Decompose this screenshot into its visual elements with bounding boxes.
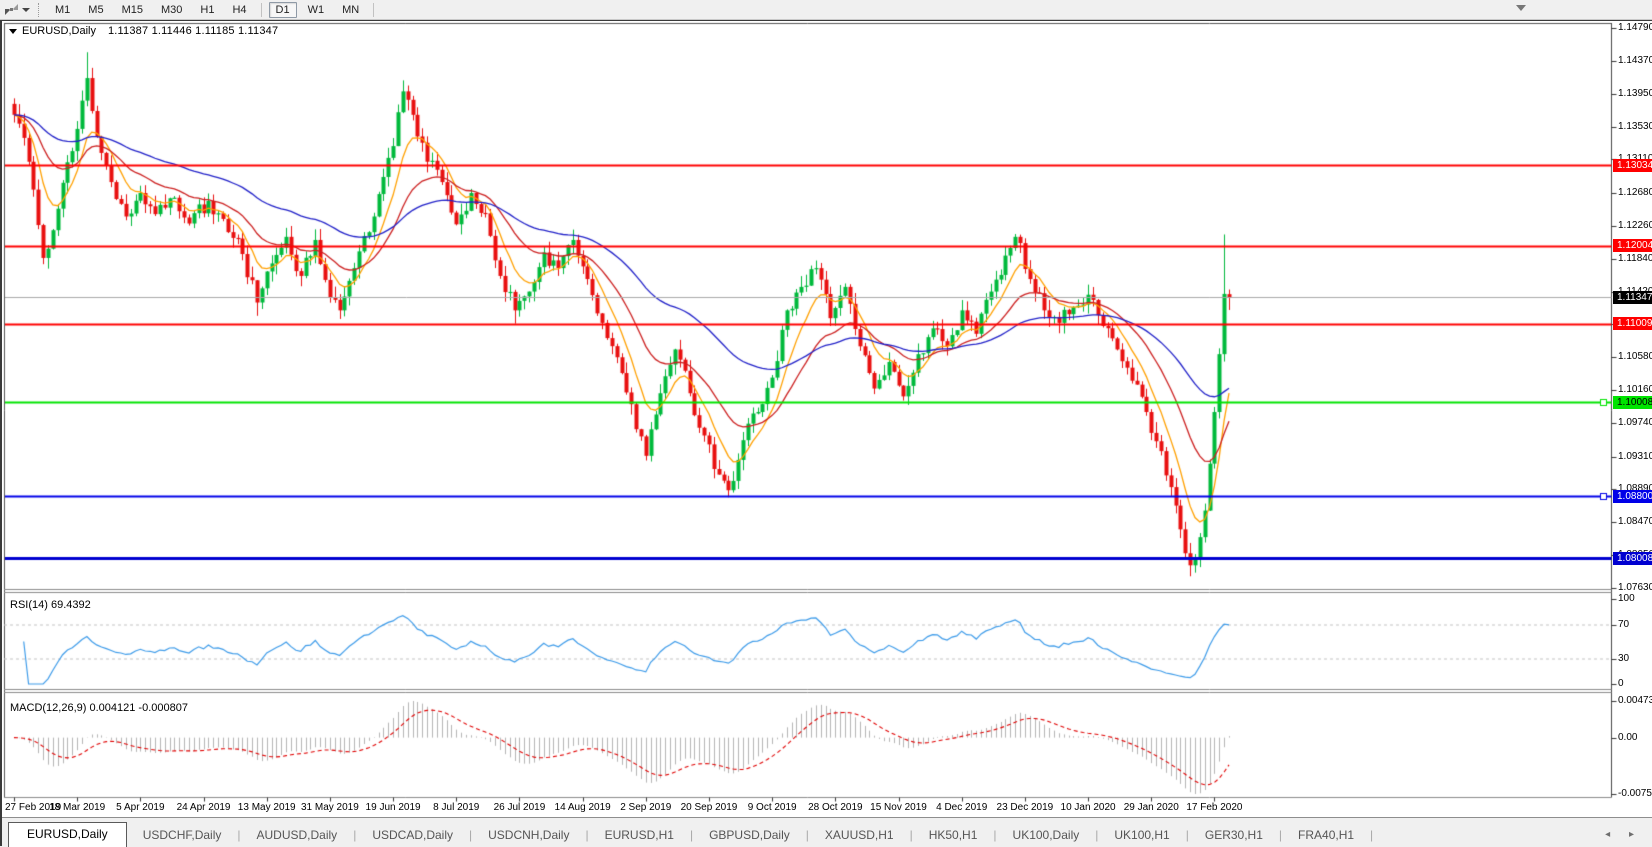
rsi-axis-tick: 100 [1618, 593, 1635, 604]
price-level-tag: 1.12004 [1613, 239, 1652, 253]
tab-xauusd-h1[interactable]: XAUUSD,H1 [809, 824, 910, 847]
date-label: 15 Nov 2019 [870, 802, 927, 813]
price-axis-tick: 1.14790 [1618, 22, 1652, 33]
date-label: 20 Sep 2019 [680, 802, 738, 813]
price-level-tag: 1.08800 [1613, 489, 1652, 503]
price-axis-tick: 1.10580 [1618, 351, 1652, 363]
price-axis-tick: 1.09740 [1618, 416, 1652, 428]
timeframe-mn[interactable]: MN [335, 2, 366, 18]
tab-scroll-arrows[interactable]: ◂ ▸ [1605, 829, 1642, 847]
date-label: 2 Sep 2019 [620, 802, 672, 813]
toolbar-separator [373, 2, 375, 17]
tab-fra40-h1[interactable]: FRA40,H1 [1282, 824, 1370, 847]
price-axis-tick: 1.13530 [1618, 120, 1652, 132]
current-price-tag: 1.11347 [1613, 290, 1652, 304]
tab-hk50-h1[interactable]: HK50,H1 [913, 824, 994, 847]
date-label: 4 Dec 2019 [936, 802, 988, 813]
price-axis-tick: 1.10160 [1618, 384, 1652, 396]
timeframe-m1[interactable]: M1 [48, 2, 77, 18]
price-axis-tick: 1.09310 [1618, 450, 1652, 462]
price-level-tag: 1.08008 [1613, 551, 1652, 565]
price-level-tag: 1.13034 [1613, 158, 1652, 172]
timeframe-d1[interactable]: D1 [268, 1, 297, 18]
date-label: 14 Aug 2019 [554, 802, 611, 813]
chart-tabs: EURUSD,Daily USDCHF,Daily | AUDUSD,Daily | US… [2, 822, 1373, 847]
date-label: 19 Jun 2019 [365, 802, 421, 813]
tab-usdcnh-daily[interactable]: USDCNH,Daily [472, 824, 585, 847]
date-label: 26 Jul 2019 [493, 802, 546, 813]
price-level-tag: 1.11009 [1613, 317, 1652, 331]
tab-gbpusd-daily[interactable]: GBPUSD,Daily [693, 824, 806, 847]
mt4-terminal: { "toolbar": { "timeframes": ["M1","M5",… [0, 0, 1652, 847]
chart-window: EURUSD,Daily 1.11387 1.11446 1.11185 1.1… [0, 20, 1652, 847]
chevron-down-icon [22, 7, 30, 12]
date-label: 29 Jan 2020 [1123, 802, 1179, 813]
chart-tools-button[interactable] [4, 3, 30, 16]
tab-audusd-daily[interactable]: AUDUSD,Daily [241, 824, 354, 847]
date-label: 23 Dec 2019 [996, 802, 1054, 813]
macd-indicator-label: MACD(12,26,9) 0.004121 -0.000807 [10, 702, 188, 714]
rsi-axis-tick: 70 [1618, 618, 1630, 630]
timeframe-w1[interactable]: W1 [301, 2, 332, 18]
timeframe-h4[interactable]: H4 [225, 2, 253, 18]
date-label: 17 Feb 2020 [1186, 802, 1243, 813]
macd-axis-tick: -0.00758 [1618, 788, 1652, 799]
tab-uk100-daily[interactable]: UK100,Daily [997, 824, 1096, 847]
date-label: 28 Oct 2019 [808, 802, 863, 813]
chart-title: EURUSD,Daily 1.11387 1.11446 1.11185 1.1… [9, 25, 278, 37]
price-axis-tick: 1.07630 [1618, 582, 1652, 593]
rsi-axis-tick: 30 [1618, 652, 1630, 664]
price-axis-tick: 1.08470 [1618, 516, 1652, 528]
toolbar-grip[interactable] [38, 2, 39, 17]
date-label: 13 May 2019 [237, 802, 296, 813]
timeframe-m30[interactable]: M30 [154, 2, 189, 18]
date-label: 10 Jan 2020 [1060, 802, 1116, 813]
chart-tab-bar: EURUSD,Daily USDCHF,Daily | AUDUSD,Daily | US… [2, 817, 1652, 847]
chart-arrows-icon [5, 4, 18, 15]
date-label: 31 May 2019 [300, 802, 359, 813]
date-label: 24 Apr 2019 [176, 802, 231, 813]
tab-ger30-h1[interactable]: GER30,H1 [1189, 824, 1279, 847]
timeframe-m5[interactable]: M5 [81, 2, 110, 18]
tab-eurusd-h1[interactable]: EURUSD,H1 [589, 824, 690, 847]
tab-usdcad-daily[interactable]: USDCAD,Daily [356, 824, 469, 847]
price-level-tag: 1.10008 [1613, 395, 1652, 409]
symbol-dropdown-icon[interactable] [9, 28, 17, 34]
timeframe-m15[interactable]: M15 [115, 2, 150, 18]
rsi-indicator-label: RSI(14) 69.4392 [10, 599, 91, 611]
price-axis-tick: 1.14370 [1618, 54, 1652, 66]
price-axis-tick: 1.12680 [1618, 187, 1652, 199]
price-axis-tick: 1.13950 [1618, 87, 1652, 99]
timeframe-buttons: M1 M5 M15 M30 H1 H4 D1 W1 MN [46, 1, 379, 18]
timeframe-toolbar: M1 M5 M15 M30 H1 H4 D1 W1 MN [0, 0, 1652, 20]
macd-axis-tick: 0.004738 [1618, 695, 1652, 706]
price-axis-tick: 1.12260 [1618, 219, 1652, 231]
date-label: 8 Jul 2019 [433, 802, 480, 813]
symbol-title: EURUSD,Daily [22, 25, 96, 37]
toolbar-separator [260, 2, 262, 17]
timeframe-h1[interactable]: H1 [193, 2, 221, 18]
macd-axis-tick: 0.00 [1618, 731, 1638, 743]
tab-usdchf-daily[interactable]: USDCHF,Daily [127, 824, 238, 847]
ohlc-values: 1.11387 1.11446 1.11185 1.11347 [107, 25, 279, 37]
tab-eurusd-daily[interactable]: EURUSD,Daily [8, 822, 127, 847]
toolbar-overflow-icon[interactable] [1516, 5, 1526, 11]
price-axis-tick: 1.11840 [1618, 252, 1652, 264]
tab-separator: | [1370, 828, 1374, 842]
date-label: 18 Mar 2019 [49, 802, 106, 813]
chart-canvas[interactable] [2, 21, 1652, 846]
date-label: 5 Apr 2019 [116, 802, 165, 813]
tab-uk100-h1[interactable]: UK100,H1 [1098, 824, 1185, 847]
date-label: 9 Oct 2019 [747, 802, 797, 813]
rsi-axis-tick: 0 [1618, 678, 1624, 689]
